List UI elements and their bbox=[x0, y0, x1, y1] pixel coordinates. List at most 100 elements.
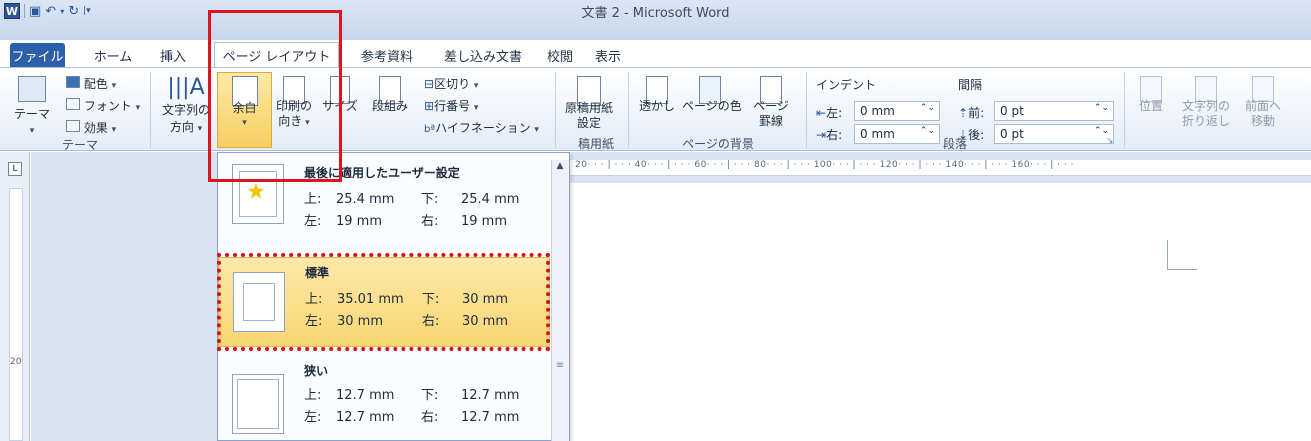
watermark-button[interactable]: 透かし bbox=[636, 76, 678, 124]
indent-right-icon: ⇥ bbox=[816, 128, 827, 142]
tab-review[interactable]: 校閲 bbox=[540, 43, 580, 67]
position-button[interactable]: 位置 bbox=[1134, 76, 1168, 122]
breaks-icon: ⊟ bbox=[424, 77, 435, 91]
margin-values-row: 左: 19 mm 右: 19 mm bbox=[304, 214, 508, 229]
document-page[interactable] bbox=[567, 183, 1311, 441]
page-borders-label-2: 罫線 bbox=[758, 114, 783, 128]
margin-thumbnail bbox=[232, 374, 284, 434]
tab-insert[interactable]: 挿入 bbox=[150, 43, 196, 67]
indent-left-label: ⇤左: bbox=[816, 106, 843, 120]
spinner-icon[interactable]: ⌃⌄ bbox=[1094, 103, 1109, 113]
dropdown-arrow-icon: ▾ bbox=[111, 125, 117, 135]
themes-icon bbox=[18, 76, 46, 102]
text-direction-label-2: 方向 bbox=[169, 120, 194, 134]
colors-button[interactable]: 配色 ▾ bbox=[66, 75, 116, 92]
spacing-before-input[interactable]: 0 pt ⌃⌄ bbox=[994, 101, 1114, 121]
spinner-icon[interactable]: ⌃⌄ bbox=[1094, 126, 1109, 136]
page-corner-mark bbox=[1167, 240, 1197, 270]
breaks-label: 区切り bbox=[434, 77, 471, 91]
annotation-dotted-box bbox=[217, 253, 550, 351]
themes-button[interactable]: テーマ ▾ bbox=[12, 76, 52, 136]
spacing-before-icon: ⇡ bbox=[958, 106, 969, 120]
effects-icon bbox=[66, 120, 80, 132]
tab-view[interactable]: 表示 bbox=[588, 43, 628, 67]
group-separator bbox=[150, 72, 151, 148]
scroll-grip-icon[interactable]: ≡ bbox=[555, 360, 565, 372]
wrap-text-button[interactable]: 文字列の 折り返し bbox=[1176, 76, 1236, 139]
indent-right-input[interactable]: 0 mm ⌃⌄ bbox=[854, 124, 940, 144]
indent-left-input[interactable]: 0 mm ⌃⌄ bbox=[854, 101, 940, 121]
line-numbers-button[interactable]: ⊞行番号 ▾ bbox=[424, 97, 478, 114]
spacing-title: 間隔 bbox=[958, 78, 983, 92]
fonts-button[interactable]: フォント ▾ bbox=[66, 97, 140, 114]
text-direction-label-1: 文字列の bbox=[161, 103, 210, 117]
spinner-icon[interactable]: ⌃⌄ bbox=[920, 103, 935, 113]
breaks-button[interactable]: ⊟区切り ▾ bbox=[424, 75, 478, 92]
group-label-page-background: ページの背景 bbox=[682, 137, 754, 151]
window-title: 文書 2 - Microsoft Word bbox=[581, 6, 730, 21]
group-separator bbox=[806, 72, 807, 148]
dropdown-arrow-icon: ▾ bbox=[111, 81, 117, 91]
dropdown-arrow-icon: ▾ bbox=[534, 125, 539, 135]
fonts-label: フォント bbox=[83, 99, 132, 113]
text-direction-icon: |||A bbox=[167, 75, 205, 100]
margin-values-row: 上: 25.4 mm 下: 25.4 mm bbox=[304, 192, 520, 207]
spacing-after-input[interactable]: 0 pt ⌃⌄ bbox=[994, 124, 1114, 144]
scroll-up-icon[interactable]: ▲ bbox=[553, 161, 567, 175]
dropdown-arrow-icon: ▾ bbox=[473, 103, 479, 113]
columns-label: 段組み bbox=[371, 99, 408, 113]
genko-label-1: 原稿用紙 bbox=[564, 101, 613, 115]
hyphenation-button[interactable]: bªハイフネーション ▾ bbox=[424, 119, 539, 136]
fonts-icon bbox=[66, 98, 80, 110]
ribbon-tabs: ファイル ホーム 挿入 ページ レイアウト 参考資料 差し込み文書 校閲 表示 bbox=[0, 40, 1311, 68]
text-direction-button[interactable]: |||A 文字列の 方向 ▾ bbox=[158, 75, 214, 135]
genko-settings-button[interactable]: 原稿用紙 設定 bbox=[560, 76, 618, 143]
tab-references[interactable]: 参考資料 bbox=[349, 43, 425, 67]
group-separator bbox=[1124, 72, 1125, 148]
dropdown-scrollbar[interactable] bbox=[551, 160, 569, 441]
star-icon: ★ bbox=[247, 179, 265, 203]
page-color-label: ページの色 bbox=[682, 99, 742, 113]
margin-guide bbox=[237, 379, 279, 429]
tab-selector-button[interactable]: L bbox=[8, 162, 22, 176]
tab-file[interactable]: ファイル bbox=[10, 43, 65, 67]
indent-title: インデント bbox=[816, 78, 877, 92]
page-borders-label-1: ページ bbox=[753, 99, 789, 113]
columns-button[interactable]: 段組み bbox=[368, 76, 412, 124]
spacing-before-label: ⇡前: bbox=[958, 106, 985, 120]
bring-forward-label-2: 移動 bbox=[1250, 114, 1275, 128]
tab-mailings[interactable]: 差し込み文書 bbox=[433, 43, 533, 67]
page-borders-button[interactable]: ページ 罫線 bbox=[750, 76, 792, 141]
themes-label: テーマ bbox=[13, 107, 50, 121]
colors-label: 配色 bbox=[83, 77, 108, 91]
wrap-text-label-2: 折り返し bbox=[1181, 114, 1230, 128]
line-numbers-icon: ⊞ bbox=[424, 99, 435, 113]
title-bar: W ▣ ↶ ▾ ↻ |▾ 文書 2 - Microsoft Word bbox=[0, 0, 1311, 40]
group-label-genko: 稿用紙 bbox=[577, 137, 614, 151]
dropdown-arrow-icon: ▾ bbox=[29, 126, 35, 136]
margin-option-narrow[interactable]: 狭い 上: 12.7 mm 下: 12.7 mm 左: 12.7 mm 右: 12.7 mm bbox=[218, 358, 550, 441]
line-numbers-label: 行番号 bbox=[434, 99, 471, 113]
group-separator bbox=[555, 72, 556, 148]
bring-forward-button[interactable]: 前面へ 移動 bbox=[1240, 76, 1286, 139]
watermark-label: 透かし bbox=[638, 99, 675, 113]
group-label-theme: テーマ bbox=[61, 138, 98, 152]
annotation-box bbox=[208, 10, 342, 182]
vertical-ruler-strip bbox=[9, 188, 23, 441]
indent-right-label: ⇥右: bbox=[816, 128, 843, 142]
bring-forward-label-1: 前面へ bbox=[1244, 99, 1281, 113]
margin-option-title: 狭い bbox=[304, 364, 329, 378]
tab-home[interactable]: ホーム bbox=[84, 43, 142, 67]
vertical-ruler: L 20 bbox=[0, 152, 30, 441]
dropdown-arrow-icon: ▾ bbox=[473, 81, 479, 91]
wrap-text-label-1: 文字列の bbox=[1181, 99, 1230, 113]
effects-button[interactable]: 効果 ▾ bbox=[66, 119, 116, 136]
vertical-ruler-mark: 20 bbox=[10, 357, 22, 367]
genko-label-2: 設定 bbox=[576, 116, 601, 130]
page-color-button[interactable]: ページの色 bbox=[682, 76, 742, 124]
dropdown-arrow-icon: ▾ bbox=[135, 103, 141, 113]
colors-icon bbox=[66, 76, 80, 88]
dialog-launcher-icon[interactable]: ↘ bbox=[1106, 136, 1114, 146]
margin-values-row: 左: 12.7 mm 右: 12.7 mm bbox=[304, 410, 520, 425]
group-separator bbox=[628, 72, 629, 148]
